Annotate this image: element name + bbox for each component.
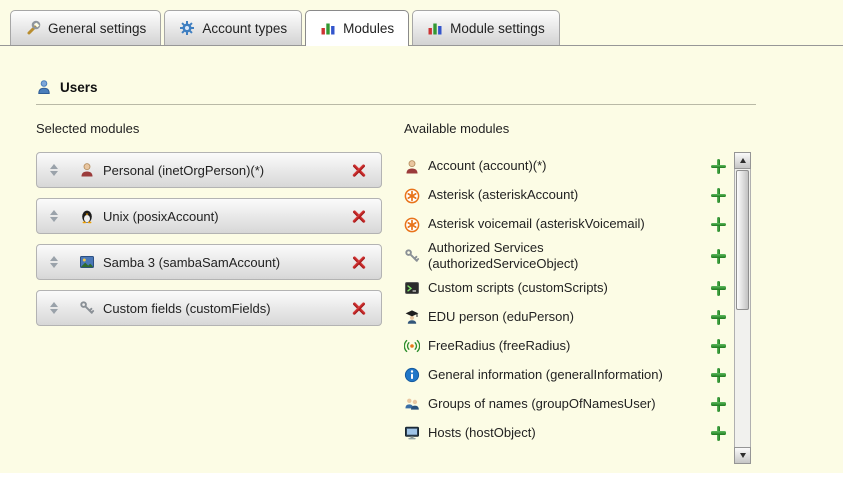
remove-module-button[interactable] xyxy=(351,162,367,178)
module-label: Account (account)(*) xyxy=(428,158,686,174)
remove-module-button[interactable] xyxy=(351,208,367,224)
add-module-button[interactable] xyxy=(711,310,726,325)
add-module-button[interactable] xyxy=(711,339,726,354)
available-module-row: EDU person (eduPerson) xyxy=(404,303,734,332)
add-module-button[interactable] xyxy=(711,159,726,174)
users-section-header: Users xyxy=(36,79,756,105)
available-module-row: Custom scripts (customScripts) xyxy=(404,274,734,303)
available-module-row: FreeRadius (freeRadius) xyxy=(404,332,734,361)
module-label: Samba 3 (sambaSamAccount) xyxy=(103,255,280,270)
add-module-button[interactable] xyxy=(711,249,726,264)
available-modules-list: Account (account)(*) Asterisk (asteriskA… xyxy=(404,152,734,464)
available-module-row: Asterisk voicemail (asteriskVoicemail) xyxy=(404,210,734,239)
selected-module-row[interactable]: Custom fields (customFields) xyxy=(36,290,382,326)
triangle-up-icon xyxy=(740,158,746,163)
keys-icon xyxy=(404,248,420,264)
triangle-down-icon xyxy=(740,453,746,458)
remove-module-button[interactable] xyxy=(351,300,367,316)
available-modules-column: Available modules Account (account)(*) A… xyxy=(404,121,756,464)
module-label: Custom scripts (customScripts) xyxy=(428,280,686,296)
tab-bar: General settings Account types Modules M… xyxy=(0,0,843,46)
tab-account-types[interactable]: Account types xyxy=(164,10,302,45)
lam-configuration-page: General settings Account types Modules M… xyxy=(0,0,843,482)
modules-columns: Selected modules Personal (inetOrgPerson… xyxy=(36,121,843,464)
module-label: Custom fields (customFields) xyxy=(103,301,271,316)
available-module-row: Groups of names (groupOfNamesUser) xyxy=(404,390,734,419)
scrollbar-thumb[interactable] xyxy=(736,170,749,310)
drag-handle-icon[interactable] xyxy=(49,256,59,268)
person-icon xyxy=(404,159,420,175)
module-label: Unix (posixAccount) xyxy=(103,209,219,224)
asterisk-icon xyxy=(404,188,420,204)
group-icon xyxy=(404,396,420,412)
module-label: Hosts (hostObject) xyxy=(428,425,686,441)
info-icon xyxy=(404,367,420,383)
available-module-row: General information (generalInformation) xyxy=(404,361,734,390)
module-label: Personal (inetOrgPerson)(*) xyxy=(103,163,264,178)
person-icon xyxy=(79,162,95,178)
bar-chart-icon xyxy=(427,20,443,36)
available-module-row: Account (account)(*) xyxy=(404,152,734,181)
selected-module-row[interactable]: Personal (inetOrgPerson)(*) xyxy=(36,152,382,188)
remove-module-button[interactable] xyxy=(351,254,367,270)
add-module-button[interactable] xyxy=(711,397,726,412)
drag-handle-icon[interactable] xyxy=(49,210,59,222)
terminal-icon xyxy=(404,280,420,296)
module-label: Authorized Services (authorizedServiceOb… xyxy=(428,240,686,273)
edu-person-icon xyxy=(404,309,420,325)
tab-label: Account types xyxy=(202,21,287,36)
asterisk-icon xyxy=(404,217,420,233)
scrollbar[interactable] xyxy=(734,152,751,464)
gear-icon xyxy=(179,20,195,36)
available-module-row: Hosts (hostObject) xyxy=(404,419,734,448)
selected-modules-heading: Selected modules xyxy=(36,121,382,136)
user-icon xyxy=(36,79,52,95)
tab-modules[interactable]: Modules xyxy=(305,10,409,46)
tab-general-settings[interactable]: General settings xyxy=(10,10,161,45)
selected-modules-column: Selected modules Personal (inetOrgPerson… xyxy=(36,121,382,464)
module-label: Asterisk voicemail (asteriskVoicemail) xyxy=(428,216,686,232)
drag-handle-icon[interactable] xyxy=(49,302,59,314)
add-module-button[interactable] xyxy=(711,368,726,383)
scroll-down-button[interactable] xyxy=(734,447,751,464)
add-module-button[interactable] xyxy=(711,426,726,441)
modules-tab-content: Users Selected modules Personal (inetOrg… xyxy=(0,46,843,464)
section-title: Users xyxy=(60,80,98,95)
tab-module-settings[interactable]: Module settings xyxy=(412,10,560,45)
scroll-up-button[interactable] xyxy=(734,152,751,169)
module-label: FreeRadius (freeRadius) xyxy=(428,338,686,354)
host-icon xyxy=(404,425,420,441)
tab-label: Module settings xyxy=(450,21,545,36)
radius-icon xyxy=(404,338,420,354)
available-module-row: Authorized Services (authorizedServiceOb… xyxy=(404,239,734,274)
add-module-button[interactable] xyxy=(711,217,726,232)
available-module-row: Asterisk (asteriskAccount) xyxy=(404,181,734,210)
keys-icon xyxy=(79,300,95,316)
main-panel: General settings Account types Modules M… xyxy=(0,0,843,473)
module-label: Asterisk (asteriskAccount) xyxy=(428,187,686,203)
tab-label: Modules xyxy=(343,21,394,36)
tab-label: General settings xyxy=(48,21,146,36)
available-modules-list-wrap: Account (account)(*) Asterisk (asteriskA… xyxy=(404,152,756,464)
samba-icon xyxy=(79,254,95,270)
add-module-button[interactable] xyxy=(711,188,726,203)
selected-module-row[interactable]: Samba 3 (sambaSamAccount) xyxy=(36,244,382,280)
tux-icon xyxy=(79,208,95,224)
module-label: Groups of names (groupOfNamesUser) xyxy=(428,396,686,412)
bar-chart-icon xyxy=(320,20,336,36)
drag-handle-icon[interactable] xyxy=(49,164,59,176)
module-label: General information (generalInformation) xyxy=(428,367,686,383)
selected-module-row[interactable]: Unix (posixAccount) xyxy=(36,198,382,234)
add-module-button[interactable] xyxy=(711,281,726,296)
wrench-icon xyxy=(25,20,41,36)
available-modules-heading: Available modules xyxy=(404,121,756,136)
module-label: EDU person (eduPerson) xyxy=(428,309,686,325)
